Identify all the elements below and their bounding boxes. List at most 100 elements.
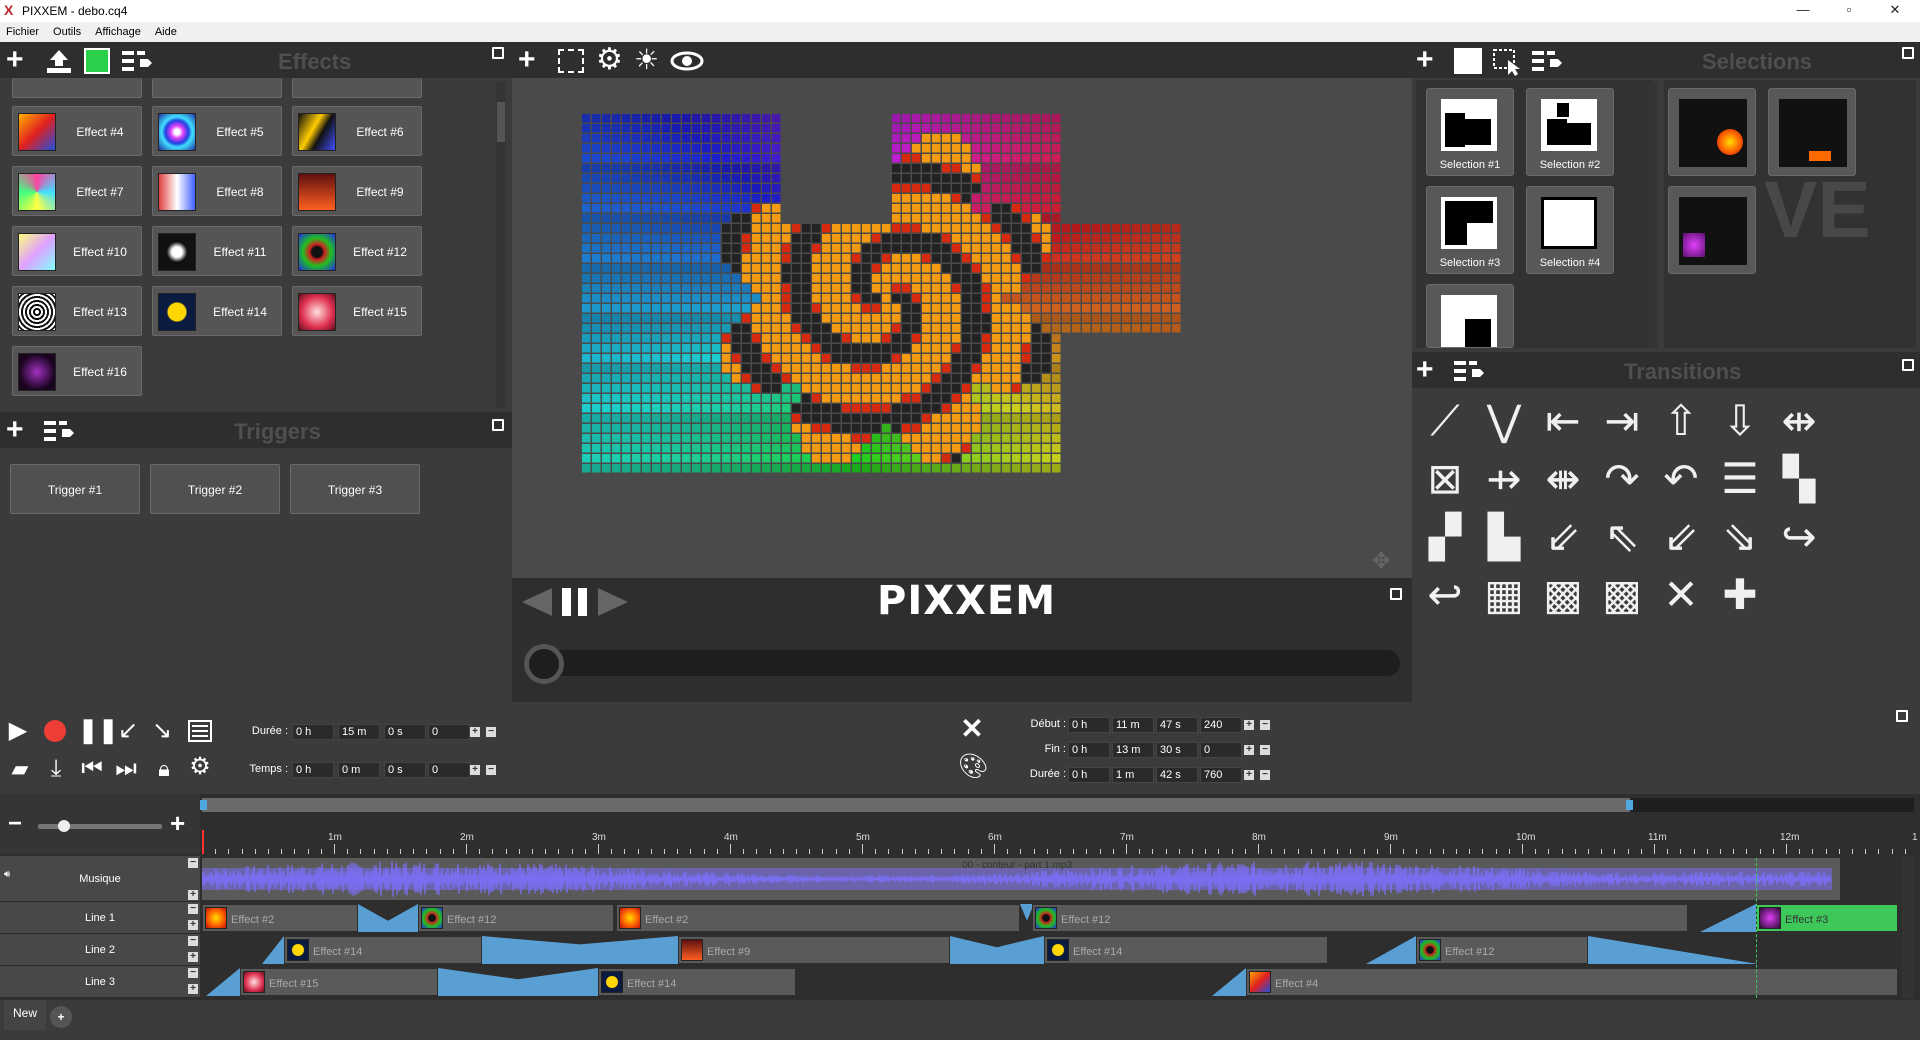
clip-line1-5-selected[interactable]: Effect #3 — [1756, 904, 1898, 932]
zoom-slider-handle[interactable] — [58, 820, 70, 832]
fin-hours[interactable]: 0 h — [1068, 742, 1110, 758]
debut-hours[interactable]: 0 h — [1068, 717, 1110, 733]
trigger-3[interactable]: Trigger #3 — [290, 464, 420, 514]
selection-tile-3[interactable]: Selection #3 — [1426, 186, 1514, 274]
clip-line2-4[interactable]: Effect #12 — [1416, 936, 1588, 964]
led-matrix-preview[interactable] — [512, 78, 1412, 578]
playback-handle[interactable] — [524, 644, 564, 684]
transition-expand-both-icon[interactable]: ⇼ — [1534, 450, 1592, 508]
clip-line1-1[interactable]: Effect #2 — [202, 904, 358, 932]
record-icon[interactable] — [44, 720, 66, 742]
transition-line3-2[interactable] — [438, 968, 598, 996]
transition-order-icon[interactable] — [1452, 358, 1484, 384]
add-effect-icon[interactable]: + — [6, 45, 24, 75]
line1-expand[interactable]: + — [188, 920, 198, 930]
transition-v-wipe-icon[interactable]: ⋁ — [1475, 392, 1533, 450]
play-icon[interactable]: ▶ — [4, 718, 32, 744]
selection-tile-2[interactable]: Selection #2 — [1526, 88, 1614, 176]
add-transition-icon[interactable]: + — [1416, 355, 1434, 385]
detach-transitions-icon[interactable] — [1902, 359, 1914, 371]
transition-split-horizontal-icon[interactable]: ⇹ — [1770, 392, 1828, 450]
effect-tile-13[interactable]: Effect #13 — [12, 286, 142, 336]
line3-collapse[interactable]: − — [188, 968, 198, 978]
debut-minutes[interactable]: 11 m — [1112, 717, 1154, 733]
segment-duree-frames[interactable]: 760 — [1200, 767, 1242, 783]
transition-slide-diag-1-icon[interactable]: ⇙ — [1534, 508, 1592, 566]
fill-rect-icon[interactable] — [1454, 48, 1482, 74]
transition-line3-1[interactable] — [206, 968, 240, 996]
effects-scrollbar[interactable] — [496, 82, 506, 408]
transition-checker-3-icon[interactable]: ▙ — [1475, 508, 1533, 566]
selection-tile-4[interactable]: Selection #4 — [1526, 186, 1614, 274]
tab-new[interactable]: New — [4, 1000, 46, 1030]
menu-outils[interactable]: Outils — [53, 26, 81, 38]
fin-plus[interactable]: + — [1244, 745, 1254, 755]
line1-collapse[interactable]: − — [188, 904, 198, 914]
palette-icon[interactable]: 🎨︎ — [958, 754, 988, 780]
music-expand[interactable]: + — [188, 890, 198, 900]
effect-tile-partial[interactable] — [152, 78, 282, 98]
transition-wipe-up-icon[interactable]: ⇧ — [1652, 392, 1710, 450]
detach-selections-icon[interactable] — [1902, 47, 1914, 59]
transition-checker-2-icon[interactable]: ▞ — [1416, 508, 1474, 566]
transition-rotate-ccw-icon[interactable]: ↶ — [1652, 450, 1710, 508]
pause-icon[interactable]: ❚❚ — [78, 718, 118, 744]
step-forward-icon[interactable]: ↘ — [148, 718, 176, 744]
delete-x-icon[interactable]: ✕ — [958, 715, 986, 743]
effect-tile-12[interactable]: Effect #12 — [292, 226, 422, 276]
segment-duree-minus[interactable]: − — [1260, 770, 1270, 780]
transition-line2-4[interactable] — [1366, 936, 1416, 964]
transition-checker-icon[interactable]: ▚ — [1770, 450, 1828, 508]
transition-dots-mosaic-icon[interactable]: ▩ — [1534, 566, 1592, 624]
overview-scrollbar[interactable] — [200, 798, 1914, 812]
transition-wipe-down-icon[interactable]: ⇩ — [1711, 392, 1769, 450]
clip-line3-1[interactable]: Effect #15 — [240, 968, 438, 996]
effect-tile-11[interactable]: Effect #11 — [152, 226, 282, 276]
list-icon[interactable] — [188, 720, 212, 742]
segment-duree-seconds[interactable]: 42 s — [1156, 767, 1198, 783]
fin-minus[interactable]: − — [1260, 745, 1270, 755]
move-handle-icon[interactable]: ✥ — [1372, 548, 1390, 574]
segment-duree-hours[interactable]: 0 h — [1068, 767, 1110, 783]
selection-tile-5-partial[interactable] — [1426, 284, 1514, 348]
zoom-in-icon[interactable]: + — [170, 810, 185, 836]
clip-line3-3[interactable]: Effect #4 — [1246, 968, 1898, 996]
lock-icon[interactable]: 🔒︎ — [150, 756, 178, 782]
duree-frames[interactable]: 0 — [428, 724, 470, 740]
effect-tile-14[interactable]: Effect #14 — [152, 286, 282, 336]
duree-minus[interactable]: − — [486, 727, 496, 737]
selection-active-preview-2[interactable] — [1768, 88, 1856, 176]
selection-order-icon[interactable] — [1530, 48, 1562, 74]
select-cursor-icon[interactable] — [1492, 48, 1522, 76]
select-rect-icon[interactable] — [558, 49, 584, 73]
transition-slide-diag-2-icon[interactable]: ⇖ — [1593, 508, 1651, 566]
playback-progress[interactable] — [524, 650, 1400, 676]
minimize-button[interactable]: — — [1780, 0, 1826, 22]
add-trigger-icon[interactable]: + — [6, 415, 24, 445]
selection-tile-1[interactable]: Selection #1 — [1426, 88, 1514, 176]
clip-line2-2[interactable]: Effect #9 — [678, 936, 950, 964]
transition-ease-curve-icon[interactable]: ⟋ — [1416, 392, 1474, 450]
transition-slide-diag-3-icon[interactable]: ⇙ — [1652, 508, 1710, 566]
temps-plus[interactable]: + — [470, 765, 480, 775]
temps-frames[interactable]: 0 — [428, 762, 470, 778]
time-ruler[interactable]: 1m 2m 3m 4m 5m 6m 7m 8m 9m 10m 11m 12m 1 — [202, 830, 1918, 854]
effect-tile-8[interactable]: Effect #8 — [152, 166, 282, 216]
clip-line2-3[interactable]: Effect #14 — [1044, 936, 1328, 964]
download-icon[interactable]: ⤓ — [42, 756, 70, 782]
selections-scrollbar[interactable] — [1648, 82, 1658, 348]
trigger-1[interactable]: Trigger #1 — [10, 464, 140, 514]
effect-tile-16[interactable]: Effect #16 — [12, 346, 142, 396]
transition-line3-3[interactable] — [1212, 968, 1246, 996]
settings-icon[interactable]: ⚙ — [186, 754, 214, 780]
matrix-canvas-area[interactable]: ✥ — [512, 78, 1412, 578]
skip-end-icon[interactable]: ⏭ — [112, 756, 140, 782]
add-tab-button[interactable]: + — [50, 1006, 72, 1028]
brightness-icon[interactable]: ☀ — [634, 45, 659, 75]
transition-line2-3[interactable] — [950, 936, 1044, 964]
effect-tile-15[interactable]: Effect #15 — [292, 286, 422, 336]
transition-cross-plus-icon[interactable]: ✚ — [1711, 566, 1769, 624]
menu-affichage[interactable]: Affichage — [95, 26, 141, 38]
music-collapse[interactable]: − — [188, 858, 198, 868]
transition-curve-right-icon[interactable]: ↪ — [1770, 508, 1828, 566]
